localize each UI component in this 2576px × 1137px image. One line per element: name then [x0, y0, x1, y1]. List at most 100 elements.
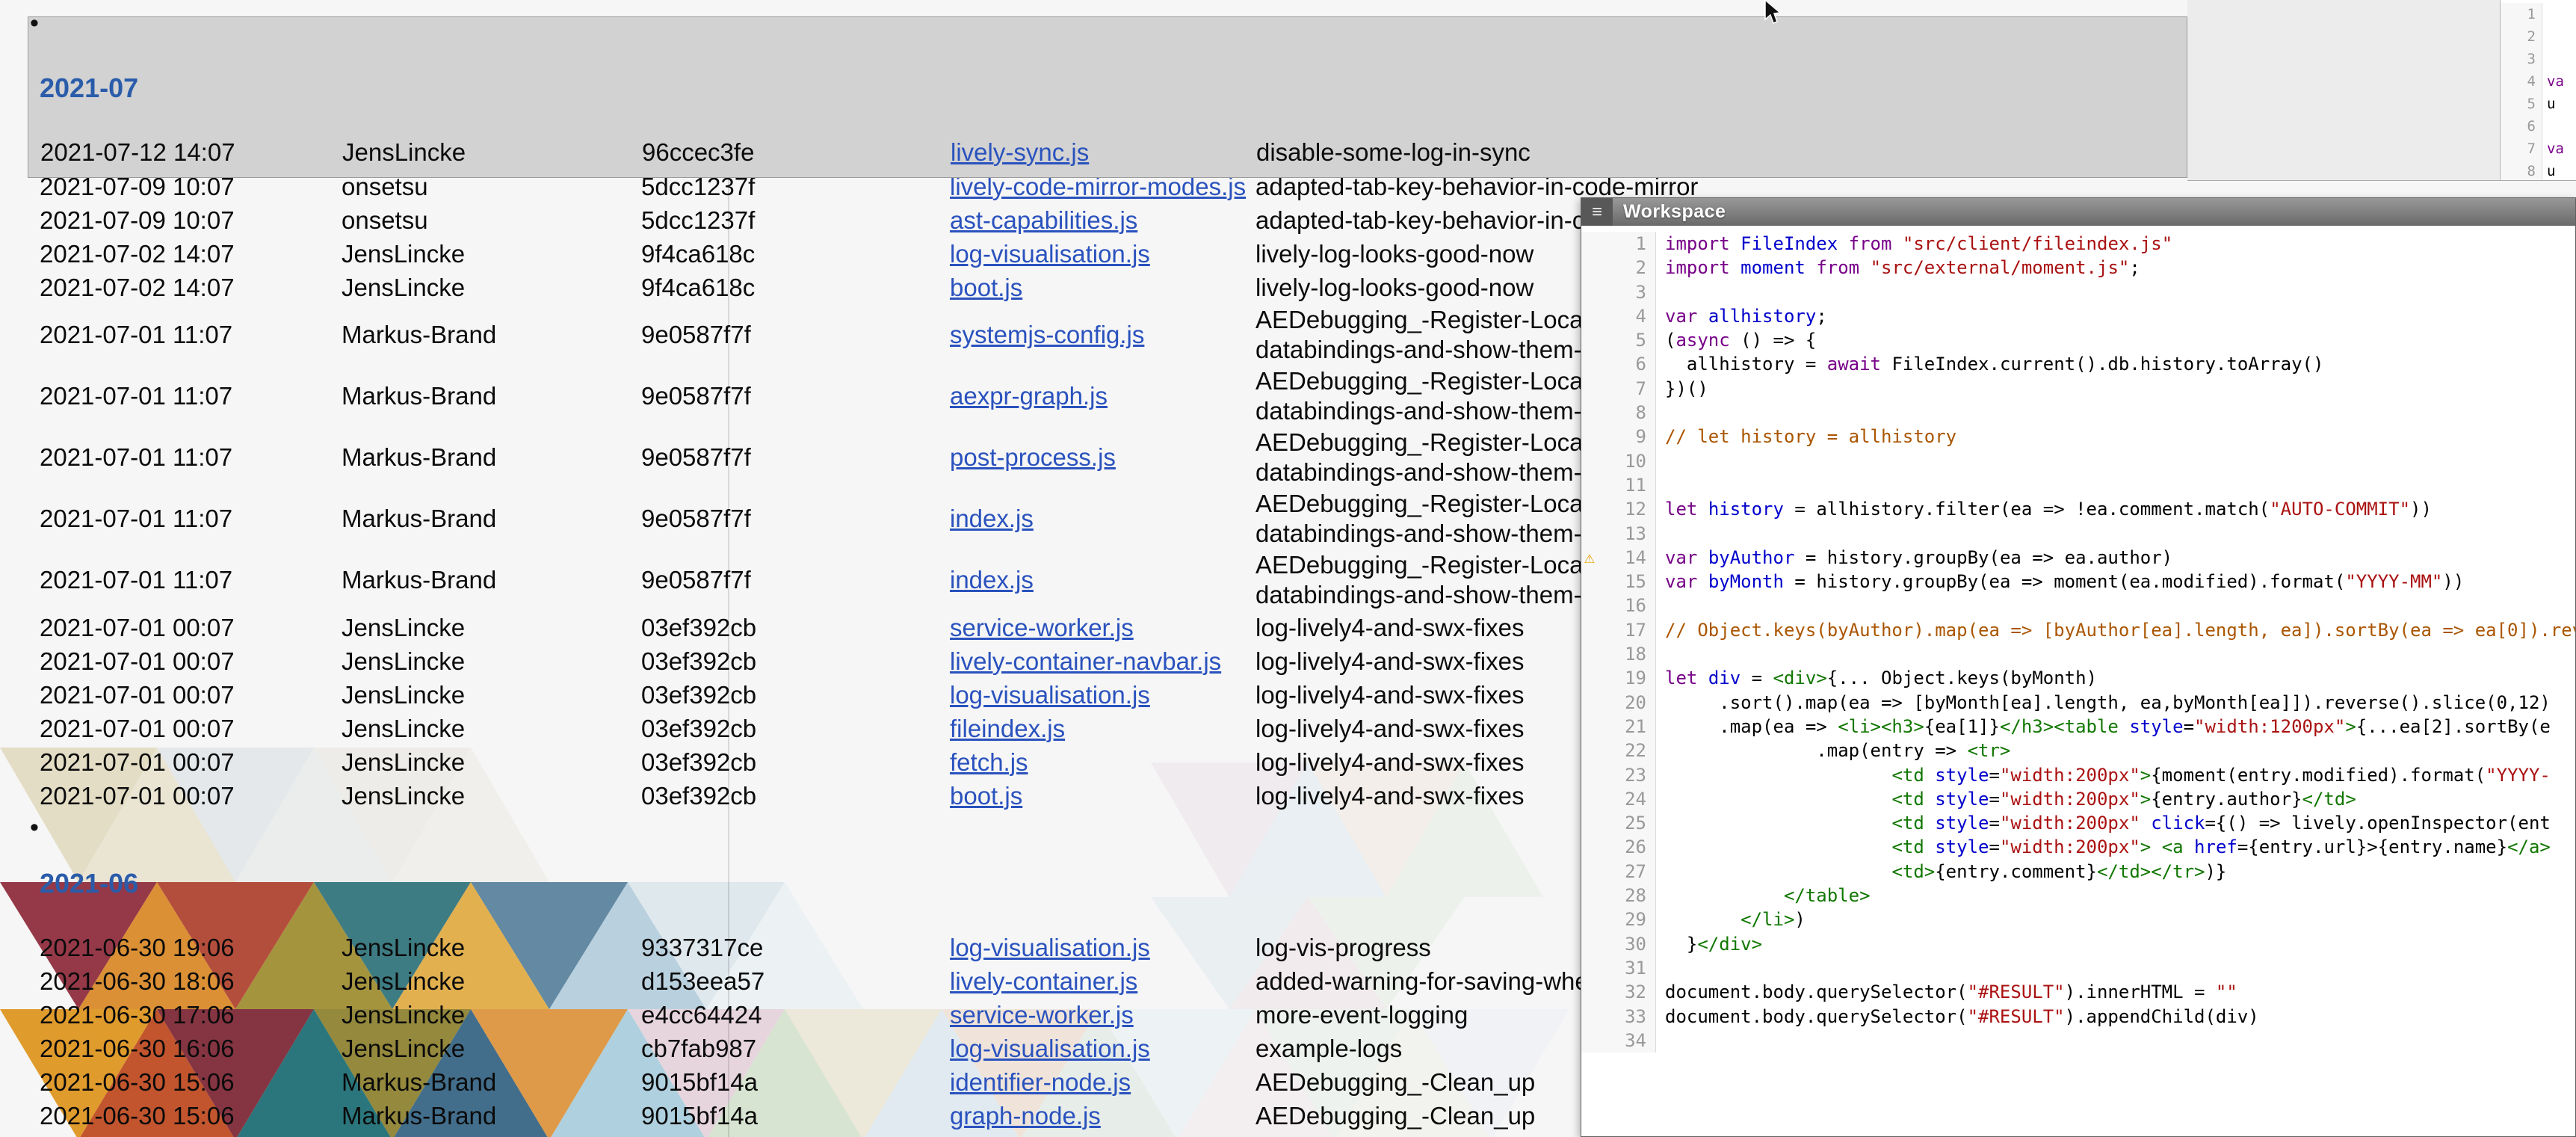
commit-hash[interactable]: cb7fab987 [641, 1035, 950, 1063]
commit-hash[interactable]: 9e0587f7f [641, 382, 950, 410]
commit-file-cell: graph-node.js [950, 1102, 1255, 1130]
code-line[interactable]: 33document.body.querySelector("#RESULT")… [1581, 1005, 2575, 1029]
code-line[interactable]: 29 </li>) [1581, 908, 2575, 931]
code-line[interactable]: 28 </table> [1581, 884, 2575, 908]
code-line[interactable]: 7})() [1581, 377, 2575, 401]
code-text: </li>) [1656, 908, 2575, 931]
code-line[interactable]: 4var allhistory; [1581, 304, 2575, 328]
code-line[interactable]: 25 <td style="width:200px" click={() => … [1581, 811, 2575, 835]
code-line[interactable]: 27 <td>{entry.comment}</td></tr>)} [1581, 860, 2575, 884]
code-line[interactable]: 12let history = allhistory.filter(ea => … [1581, 497, 2575, 521]
commit-hash[interactable]: 9337317ce [641, 934, 950, 962]
code-line[interactable]: 13 [1581, 522, 2575, 546]
side-editor-line[interactable]: 4va [2501, 70, 2576, 93]
code-text: var byAuthor = history.groupBy(ea => ea.… [1656, 546, 2575, 570]
commit-file-link[interactable]: lively-container.js [950, 967, 1137, 995]
commit-hash[interactable]: 9e0587f7f [641, 566, 950, 594]
side-editor-line[interactable]: 3 [2501, 48, 2576, 70]
code-line[interactable]: 1import FileIndex from "src/client/filei… [1581, 232, 2575, 256]
commit-hash[interactable]: 9e0587f7f [641, 443, 950, 472]
code-line[interactable]: 32document.body.querySelector("#RESULT")… [1581, 980, 2575, 1004]
commit-row: 2021-07-01 00:07JensLincke03ef392cblog-v… [40, 678, 1674, 712]
commit-file-link[interactable]: post-process.js [950, 443, 1116, 471]
code-line[interactable]: 19let div = <div>{... Object.keys(byMont… [1581, 666, 2575, 690]
commit-file-link[interactable]: service-worker.js [950, 614, 1134, 641]
commit-file-link[interactable]: index.js [950, 566, 1034, 594]
code-line[interactable]: 5(async () => { [1581, 328, 2575, 352]
side-editor-line[interactable]: 7va [2501, 138, 2576, 160]
code-text: <td style="width:200px">{entry.author}</… [1656, 787, 2575, 811]
code-line[interactable]: 20 .sort().map(ea => [byMonth[ea].length… [1581, 691, 2575, 715]
code-line[interactable]: 9// let history = allhistory [1581, 425, 2575, 449]
commit-hash[interactable]: 03ef392cb [641, 748, 950, 777]
code-text: <td>{entry.comment}</td></tr>)} [1656, 860, 2575, 884]
side-editor-line[interactable]: 8u [2501, 160, 2576, 180]
commit-file-link[interactable]: index.js [950, 505, 1034, 532]
side-editor-line[interactable]: 5u [2501, 93, 2576, 115]
code-line[interactable]: 30 }</div> [1581, 932, 2575, 956]
code-line[interactable]: 22 .map(entry => <tr> [1581, 739, 2575, 762]
code-line[interactable]: ⚠14var byAuthor = history.groupBy(ea => … [1581, 546, 2575, 570]
commit-file-link[interactable]: log-visualisation.js [950, 240, 1150, 268]
commit-file-link[interactable]: ast-capabilities.js [950, 206, 1137, 234]
code-line[interactable]: 21 .map(ea => <li><h3>{ea[1]}</h3><table… [1581, 715, 2575, 739]
history-table-2021-07: 2021-07-09 10:07onsetsu5dcc1237flively-c… [40, 170, 1674, 813]
commit-hash[interactable]: 9e0587f7f [641, 321, 950, 349]
code-editor[interactable]: 1import FileIndex from "src/client/filei… [1581, 226, 2575, 1136]
commit-hash[interactable]: 9015bf14a [641, 1102, 950, 1130]
code-line[interactable]: 6 allhistory = await FileIndex.current()… [1581, 352, 2575, 376]
code-line[interactable]: 24 <td style="width:200px">{entry.author… [1581, 787, 2575, 811]
commit-file-link[interactable]: boot.js [950, 782, 1022, 810]
commit-hash[interactable]: 96ccec3fe [642, 138, 951, 167]
code-line[interactable]: 3 [1581, 280, 2575, 304]
commit-file-link[interactable]: service-worker.js [950, 1001, 1134, 1029]
commit-hash[interactable]: 9f4ca618c [641, 274, 950, 302]
commit-date: 2021-06-30 18:06 [40, 967, 342, 996]
code-line[interactable]: 2import moment from "src/external/moment… [1581, 256, 2575, 280]
commit-file-link[interactable]: lively-sync.js [951, 138, 1089, 166]
code-line[interactable]: 31 [1581, 956, 2575, 980]
commit-file-link[interactable]: systemjs-config.js [950, 321, 1144, 348]
code-line[interactable]: 34 [1581, 1029, 2575, 1053]
side-editor[interactable]: 1234va5u67va8u [2500, 0, 2576, 180]
workspace-titlebar[interactable]: ≡ Workspace [1581, 198, 2575, 226]
commit-author: JensLincke [342, 647, 641, 676]
commit-hash[interactable]: 03ef392cb [641, 782, 950, 810]
window-menu-button[interactable]: ≡ [1581, 198, 1613, 226]
commit-hash[interactable]: 9015bf14a [641, 1068, 950, 1097]
commit-file-link[interactable]: identifier-node.js [950, 1068, 1131, 1096]
commit-hash[interactable]: e4cc64424 [641, 1001, 950, 1029]
side-editor-line[interactable]: 2 [2501, 25, 2576, 48]
code-line[interactable]: 8 [1581, 401, 2575, 425]
commit-file-link[interactable]: log-visualisation.js [950, 934, 1150, 961]
code-line[interactable]: 17// Object.keys(byAuthor).map(ea => [by… [1581, 618, 2575, 642]
side-editor-line[interactable]: 6 [2501, 115, 2576, 138]
code-line[interactable]: 26 <td style="width:200px"> <a href={ent… [1581, 835, 2575, 859]
commit-hash[interactable]: 03ef392cb [641, 715, 950, 743]
code-line[interactable]: 11 [1581, 473, 2575, 497]
commit-file-link[interactable]: boot.js [950, 274, 1022, 301]
commit-file-link[interactable]: log-visualisation.js [950, 681, 1150, 709]
commit-hash[interactable]: 03ef392cb [641, 681, 950, 709]
side-editor-line[interactable]: 1 [2501, 3, 2576, 25]
commit-file-link[interactable]: fileindex.js [950, 715, 1065, 742]
code-line[interactable]: 16 [1581, 594, 2575, 617]
commit-hash[interactable]: 5dcc1237f [641, 206, 950, 235]
code-text [1656, 956, 2575, 980]
commit-file-link[interactable]: lively-container-navbar.js [950, 647, 1221, 675]
code-text: var byMonth = history.groupBy(ea => mome… [1656, 570, 2575, 594]
commit-hash[interactable]: 03ef392cb [641, 647, 950, 676]
code-line[interactable]: 23 <td style="width:200px">{moment(entry… [1581, 763, 2575, 787]
commit-file-link[interactable]: fetch.js [950, 748, 1028, 776]
commit-hash[interactable]: 9f4ca618c [641, 240, 950, 268]
code-line[interactable]: 15var byMonth = history.groupBy(ea => mo… [1581, 570, 2575, 594]
commit-file-link[interactable]: log-visualisation.js [950, 1035, 1150, 1062]
commit-hash[interactable]: 9e0587f7f [641, 505, 950, 533]
commit-file-link[interactable]: aexpr-graph.js [950, 382, 1108, 410]
code-line[interactable]: 18 [1581, 642, 2575, 666]
commit-file-link[interactable]: graph-node.js [950, 1102, 1101, 1130]
commit-hash[interactable]: d153eea57 [641, 967, 950, 996]
code-line[interactable]: 10 [1581, 449, 2575, 473]
commit-hash[interactable]: 03ef392cb [641, 614, 950, 642]
month-selection-box[interactable]: 2021-07-12 14:07JensLincke96ccec3felivel… [28, 16, 2187, 178]
